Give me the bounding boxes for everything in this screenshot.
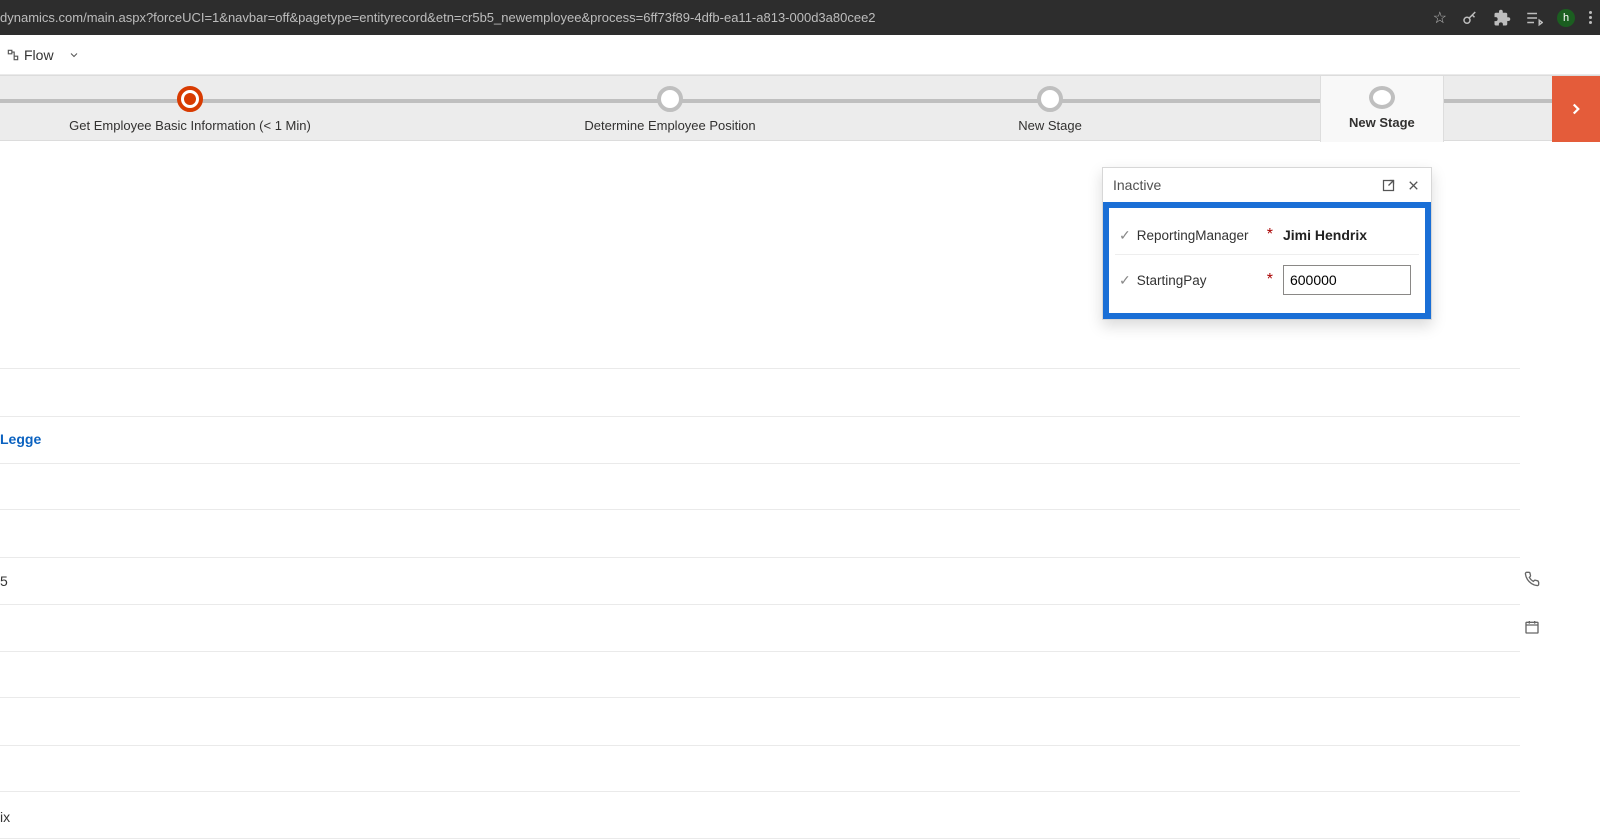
flyout-status: Inactive — [1113, 177, 1161, 193]
dock-icon[interactable] — [1381, 178, 1396, 193]
flow-button[interactable]: Flow — [24, 47, 54, 63]
flyout-body: ✓ ReportingManager * Jimi Hendrix ✓ Star… — [1103, 202, 1431, 319]
profile-avatar[interactable]: h — [1557, 9, 1575, 27]
required-indicator: * — [1267, 271, 1273, 289]
chevron-right-icon — [1567, 100, 1585, 118]
stage-node-icon — [177, 86, 203, 112]
stage-node-icon — [657, 86, 683, 112]
reporting-manager-value[interactable]: Jimi Hendrix — [1283, 227, 1367, 243]
browser-right-controls: ☆ h — [1433, 8, 1592, 28]
next-stage-button[interactable] — [1552, 76, 1600, 142]
playlist-icon[interactable] — [1525, 9, 1543, 27]
partial-text-5: 5 — [0, 573, 8, 589]
browser-address-bar: dynamics.com/main.aspx?forceUCI=1&navbar… — [0, 0, 1600, 35]
stage-flyout: Inactive ✓ ReportingManager * Jimi Hendr… — [1102, 167, 1432, 320]
stage-new-1[interactable]: New Stage — [1000, 86, 1100, 133]
stage-determine-position[interactable]: Determine Employee Position — [560, 86, 780, 133]
field-starting-pay[interactable]: ✓ StartingPay * — [1115, 254, 1419, 305]
check-icon: ✓ — [1119, 227, 1131, 244]
business-process-flow: Get Employee Basic Information (< 1 Min)… — [0, 75, 1600, 141]
vertical-scrollbar[interactable] — [1556, 167, 1600, 757]
stage-basic-info[interactable]: Get Employee Basic Information (< 1 Min) — [60, 86, 320, 133]
phone-icon[interactable] — [1524, 571, 1540, 587]
star-icon[interactable]: ☆ — [1433, 8, 1447, 28]
partial-text-ix: ix — [0, 809, 10, 825]
command-bar: Flow — [0, 35, 1600, 75]
close-icon[interactable] — [1406, 178, 1421, 193]
starting-pay-input[interactable] — [1283, 265, 1411, 295]
chevron-down-icon[interactable] — [68, 49, 80, 61]
stage-new-2-selected[interactable]: New Stage — [1320, 76, 1444, 142]
stage-node-icon — [1369, 86, 1395, 109]
flow-icon — [6, 48, 20, 62]
lookup-link[interactable]: Legge — [0, 431, 41, 447]
flyout-header: Inactive — [1103, 168, 1431, 202]
field-reporting-manager[interactable]: ✓ ReportingManager * Jimi Hendrix — [1115, 216, 1419, 254]
check-icon: ✓ — [1119, 272, 1131, 289]
extension-icon[interactable] — [1493, 9, 1511, 27]
calendar-icon[interactable] — [1524, 619, 1540, 635]
stage-node-icon — [1037, 86, 1063, 112]
key-icon[interactable] — [1461, 9, 1479, 27]
browser-menu-icon[interactable] — [1589, 11, 1592, 24]
required-indicator: * — [1267, 226, 1273, 244]
url-text: dynamics.com/main.aspx?forceUCI=1&navbar… — [0, 10, 876, 25]
